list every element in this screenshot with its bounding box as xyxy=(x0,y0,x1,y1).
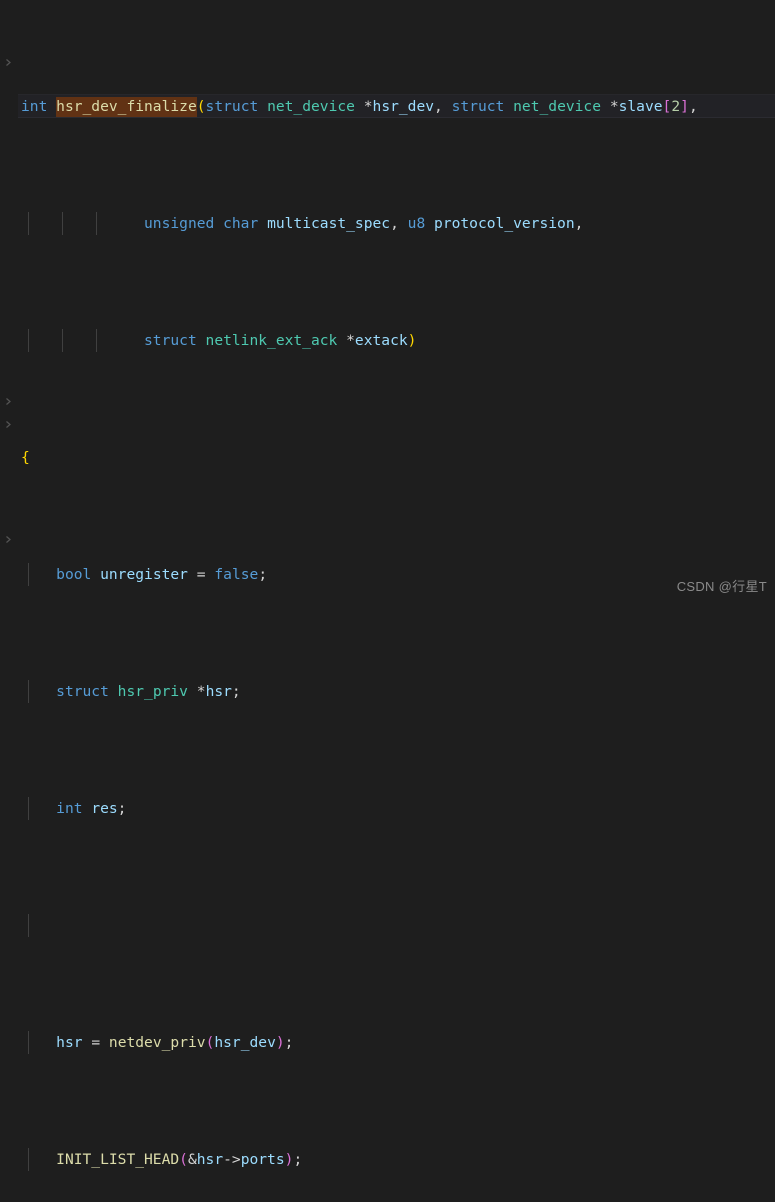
token-number: 2 xyxy=(671,97,681,115)
token-bracket: ( xyxy=(205,1033,215,1051)
code-line[interactable] xyxy=(18,913,775,938)
token-keyword: char xyxy=(223,214,259,232)
fold-arrow-icon[interactable] xyxy=(4,420,13,429)
token-keyword: u8 xyxy=(407,214,426,232)
token-type: net_device xyxy=(267,97,355,115)
token-variable: res xyxy=(91,799,118,817)
token-punctuation: ; xyxy=(284,1033,294,1051)
token-punctuation: * xyxy=(609,97,619,115)
token-variable: hsr_dev xyxy=(372,97,435,115)
token-brace: { xyxy=(21,448,30,466)
watermark: CSDN @行星T xyxy=(676,579,767,594)
code-editor[interactable]: int hsr_dev_finalize(struct net_device *… xyxy=(0,0,775,1172)
selected-token[interactable]: hsr_dev_finalize xyxy=(56,96,197,117)
fold-gutter[interactable] xyxy=(0,0,18,601)
token-keyword: bool xyxy=(56,565,92,583)
token-punctuation: * xyxy=(196,682,206,700)
code-line[interactable]: { xyxy=(18,446,775,469)
indent-guide xyxy=(28,1147,29,1172)
token-keyword: struct xyxy=(56,682,109,700)
token-punctuation: & xyxy=(187,1150,197,1168)
token-punctuation: ; xyxy=(231,682,241,700)
token-variable: protocol_version xyxy=(434,214,575,232)
token-punctuation: = xyxy=(91,1033,101,1051)
indent-guide xyxy=(28,913,29,938)
indent-guide xyxy=(28,328,29,353)
code-content[interactable]: int hsr_dev_finalize(struct net_device *… xyxy=(18,0,775,1172)
code-line[interactable]: bool unregister = false; xyxy=(18,562,775,587)
token-variable: ports xyxy=(240,1150,285,1168)
token-variable: unregister xyxy=(100,565,188,583)
token-variable: hsr xyxy=(205,682,232,700)
token-keyword: struct xyxy=(144,331,197,349)
token-keyword: int xyxy=(21,97,48,115)
token-punctuation: = xyxy=(196,565,206,583)
token-bracket: ) xyxy=(284,1150,294,1168)
token-keyword: struct xyxy=(205,97,259,115)
code-line[interactable]: hsr = netdev_priv(hsr_dev); xyxy=(18,1030,775,1055)
fold-arrow-icon[interactable] xyxy=(4,397,13,406)
indent-guide xyxy=(96,328,97,353)
code-line[interactable]: int res; xyxy=(18,796,775,821)
token-bracket: ( xyxy=(196,97,206,115)
token-bracket: ) xyxy=(275,1033,285,1051)
token-bracket: ( xyxy=(179,1150,188,1168)
token-punctuation: ; xyxy=(258,565,268,583)
token-bracket: ) xyxy=(407,331,417,349)
token-punctuation: , xyxy=(574,214,584,232)
code-line[interactable]: INIT_LIST_HEAD(&hsr->ports); xyxy=(18,1147,775,1172)
token-type: netlink_ext_ack xyxy=(205,331,338,349)
token-variable: slave xyxy=(618,97,663,115)
indent-guide xyxy=(28,1030,29,1055)
code-line[interactable]: int hsr_dev_finalize(struct net_device *… xyxy=(18,93,775,119)
token-punctuation: -> xyxy=(223,1150,241,1168)
token-punctuation: * xyxy=(363,97,373,115)
token-type: net_device xyxy=(513,97,602,115)
token-function: netdev_priv xyxy=(108,1033,206,1051)
code-line[interactable]: struct netlink_ext_ack *extack) xyxy=(18,328,775,353)
token-variable: hsr xyxy=(56,1033,83,1051)
indent-guide xyxy=(28,679,29,704)
indent-guide xyxy=(62,328,63,353)
indent-guide xyxy=(28,211,29,236)
indent-guide xyxy=(96,211,97,236)
indent-guide xyxy=(28,796,29,821)
indent-guide xyxy=(62,211,63,236)
fold-arrow-icon[interactable] xyxy=(4,535,13,544)
token-type: hsr_priv xyxy=(117,682,188,700)
token-variable: extack xyxy=(354,331,408,349)
token-punctuation: , xyxy=(390,214,408,232)
token-variable: multicast_spec xyxy=(267,214,391,232)
indent-guide xyxy=(28,562,29,587)
token-keyword: int xyxy=(56,799,83,817)
token-punctuation: ; xyxy=(117,799,127,817)
token-variable: hsr xyxy=(196,1150,224,1168)
token-macro: INIT_LIST_HEAD xyxy=(56,1150,180,1168)
token-keyword: false xyxy=(214,565,259,583)
token-keyword: unsigned xyxy=(144,214,215,232)
token-keyword: struct xyxy=(451,97,505,115)
code-line[interactable]: unsigned char multicast_spec, u8 protoco… xyxy=(18,211,775,236)
code-line[interactable]: struct hsr_priv *hsr; xyxy=(18,679,775,704)
token-punctuation: * xyxy=(346,331,355,349)
token-punctuation: ; xyxy=(293,1150,303,1168)
fold-arrow-icon[interactable] xyxy=(4,58,13,67)
token-punctuation: , xyxy=(434,97,452,115)
token-bracket: ] xyxy=(680,97,689,115)
token-punctuation: , xyxy=(688,97,698,115)
token-variable: hsr_dev xyxy=(214,1033,276,1051)
